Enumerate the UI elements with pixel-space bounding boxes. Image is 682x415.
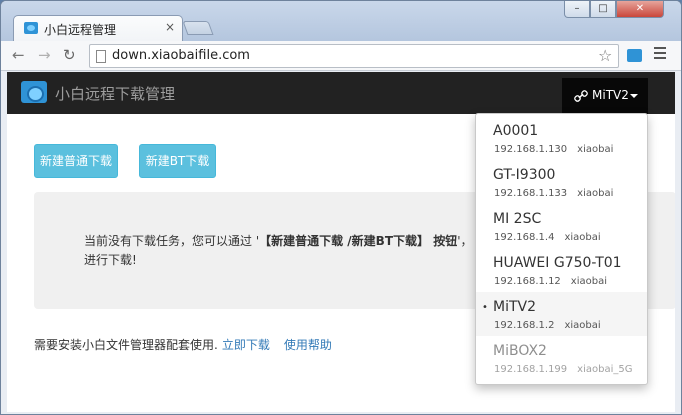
- device-user: xiaobai: [564, 320, 601, 331]
- url-text[interactable]: down.xiaobaifile.com: [112, 48, 250, 63]
- device-name: GT-I9300: [493, 167, 556, 183]
- close-window-button[interactable]: ✕: [616, 1, 664, 18]
- message-text-2: '，: [457, 234, 473, 248]
- message-text: 当前没有下载任务，您可以通过 ': [84, 234, 260, 248]
- help-link[interactable]: 使用帮助: [284, 338, 332, 352]
- tab-title: 小白远程管理: [44, 23, 117, 37]
- device-ip: 192.168.1.130: [494, 144, 568, 155]
- browser-tab[interactable]: 小白远程管理 ×: [13, 15, 183, 41]
- new-bt-download-button[interactable]: 新建BT下载: [139, 144, 216, 178]
- new-normal-download-button[interactable]: 新建普通下载: [34, 144, 118, 178]
- message-bold-text: 【新建普通下载 /新建BT下载】 按钮: [259, 234, 458, 248]
- browser-toolbar: ← → ↻ down.xiaobaifile.com ☆: [1, 41, 681, 71]
- device-item[interactable]: A0001 192.168.1.130 xiaobai: [476, 116, 647, 160]
- minimize-button[interactable]: –: [564, 1, 590, 18]
- device-ip: 192.168.1.133: [494, 188, 568, 199]
- device-item-selected[interactable]: • MiTV2 192.168.1.2 xiaobai: [476, 292, 647, 336]
- device-ip: 192.168.1.12: [494, 276, 561, 287]
- new-tab-button[interactable]: [182, 21, 214, 35]
- app-navbar: 小白远程下载管理 MiTV2: [7, 72, 675, 114]
- device-name: A0001: [493, 123, 539, 139]
- maximize-button[interactable]: □: [590, 1, 616, 18]
- footer: 需要安装小白文件管理器配套使用. 立即下载 使用帮助: [34, 336, 332, 353]
- device-ip: 192.168.1.199: [494, 364, 568, 375]
- device-user: xiaobai_5G: [577, 364, 633, 375]
- device-ip: 192.168.1.2: [494, 320, 555, 331]
- device-item[interactable]: HUAWEI G750-T01 192.168.1.12 xiaobai: [476, 248, 647, 292]
- page-icon: [96, 50, 106, 63]
- browser-titlebar: 小白远程管理 × – □ ✕: [1, 1, 681, 41]
- device-name: MI 2SC: [493, 211, 542, 227]
- close-tab-icon[interactable]: ×: [165, 20, 175, 34]
- device-item[interactable]: GT-I9300 192.168.1.133 xiaobai: [476, 160, 647, 204]
- download-link[interactable]: 立即下载: [222, 338, 270, 352]
- bookmark-star-icon[interactable]: ☆: [598, 46, 612, 65]
- back-arrow-icon[interactable]: ←: [12, 46, 25, 64]
- device-user: xiaobai: [577, 144, 614, 155]
- device-user: xiaobai: [564, 232, 601, 243]
- reload-icon[interactable]: ↻: [63, 46, 76, 64]
- device-user: xiaobai: [577, 188, 614, 199]
- address-bar[interactable]: down.xiaobaifile.com ☆: [89, 44, 619, 68]
- browser-window: 小白远程管理 × – □ ✕ ← → ↻ down.xiaobaifile.co…: [0, 0, 682, 415]
- menu-icon[interactable]: [654, 47, 666, 61]
- extension-folder-icon[interactable]: [627, 49, 642, 62]
- selected-marker: •: [482, 302, 488, 313]
- device-ip: 192.168.1.4: [494, 232, 555, 243]
- device-name: MiTV2: [493, 299, 537, 315]
- device-name: HUAWEI G750-T01: [493, 255, 622, 271]
- device-item[interactable]: MiBOX2 192.168.1.199 xiaobai_5G: [476, 336, 647, 380]
- app-brand[interactable]: 小白远程下载管理: [55, 83, 175, 104]
- caret-down-icon: [630, 94, 638, 98]
- forward-arrow-icon[interactable]: →: [38, 46, 51, 64]
- footer-text: 需要安装小白文件管理器配套使用.: [34, 338, 218, 352]
- device-user: xiaobai: [570, 276, 607, 287]
- device-dropdown-menu: A0001 192.168.1.130 xiaobai GT-I9300 192.…: [475, 113, 648, 385]
- folder-icon: [24, 22, 38, 34]
- device-selector-button[interactable]: MiTV2: [562, 78, 648, 114]
- link-icon: [574, 90, 588, 102]
- message-line-2: 进行下载!: [84, 253, 137, 267]
- app-logo-icon: [21, 81, 47, 103]
- selected-device-label: MiTV2: [592, 88, 629, 102]
- device-item[interactable]: MI 2SC 192.168.1.4 xiaobai: [476, 204, 647, 248]
- device-name: MiBOX2: [493, 343, 547, 359]
